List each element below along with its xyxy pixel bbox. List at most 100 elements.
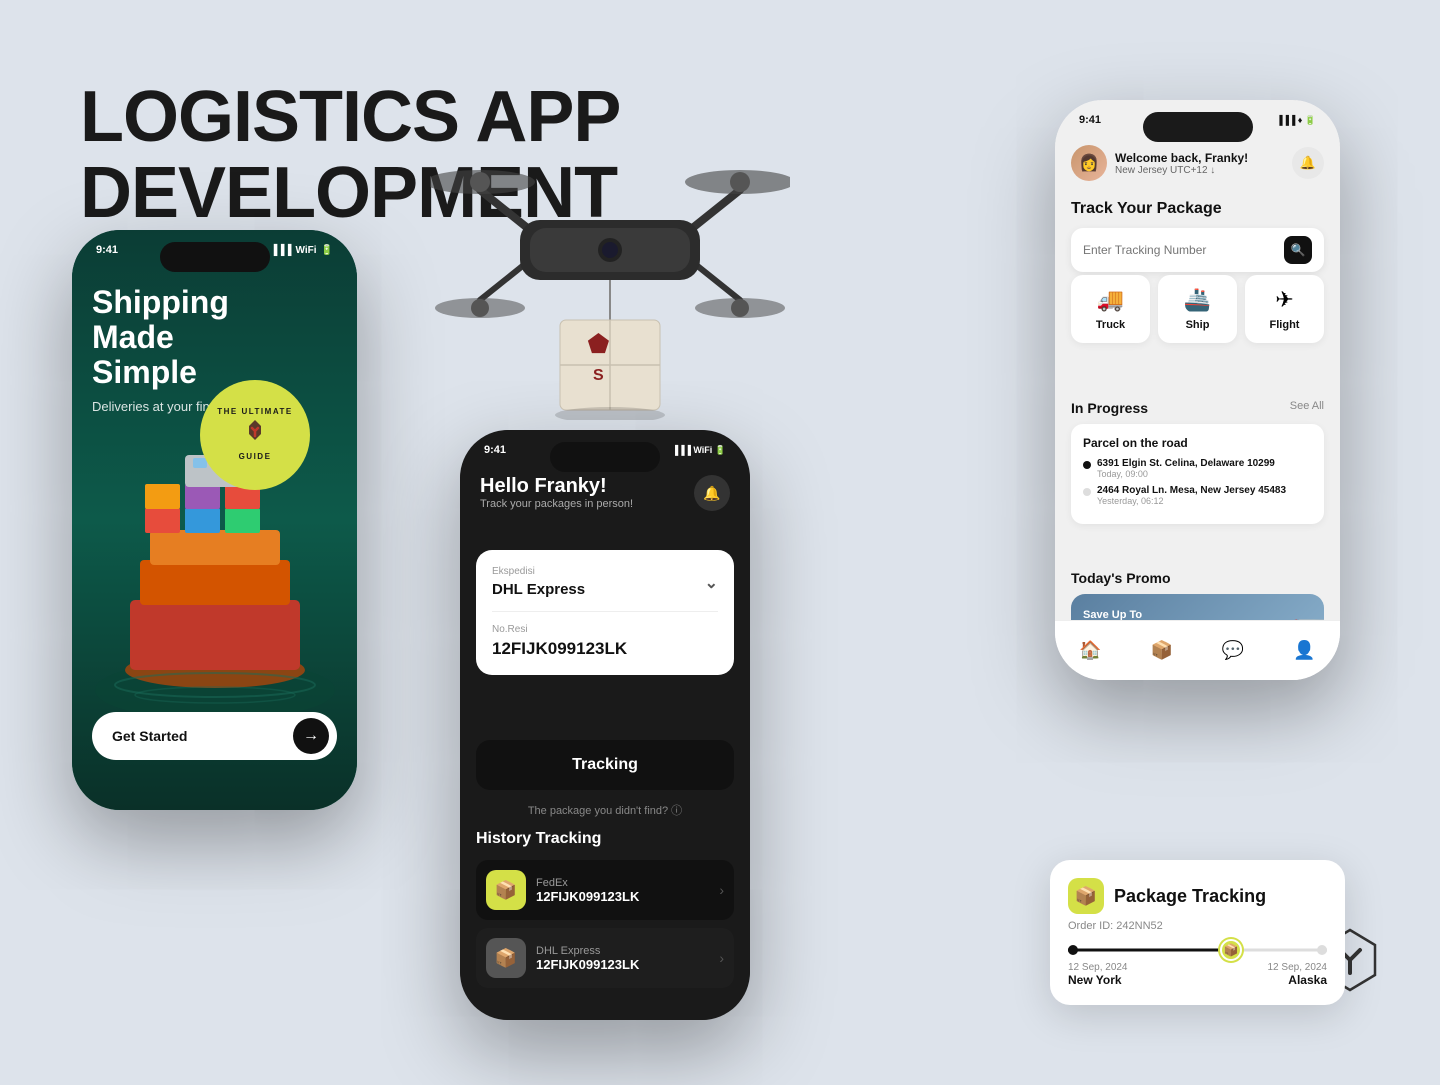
- promo-title: Today's Promo: [1071, 570, 1324, 586]
- parcel-title: Parcel on the road: [1083, 436, 1312, 450]
- phone-shipping: 9:41 ▐▐▐WiFi🔋 ShippingMadeSimple Deliver…: [72, 230, 357, 810]
- history-tracking-1: 12FIJK099123LK: [536, 889, 719, 904]
- history-icon-2: 📦: [486, 938, 526, 978]
- parcel-addr-2: 2464 Royal Ln. Mesa, New Jersey 45483: [1097, 485, 1286, 496]
- track-button[interactable]: Tracking: [476, 740, 734, 790]
- phone3-status-icons: ▐▐▐ ♦ 🔋: [1276, 115, 1316, 126]
- parcel-text-2: 2464 Royal Ln. Mesa, New Jersey 45483 Ye…: [1097, 485, 1286, 506]
- user-info: 👩 Welcome back, Franky! New Jersey UTC+1…: [1071, 145, 1248, 181]
- from-date: 12 Sep, 2024: [1068, 962, 1128, 973]
- tracking-number: 12FIJK099123LK: [492, 639, 718, 659]
- tracking-locations: 12 Sep, 2024 New York 12 Sep, 2024 Alask…: [1068, 962, 1327, 987]
- tracking-timeline: 📦: [1068, 946, 1327, 954]
- progress-section: In Progress See All Parcel on the road 6…: [1071, 400, 1324, 524]
- phone3-user-row: 👩 Welcome back, Franky! New Jersey UTC+1…: [1071, 145, 1324, 181]
- badge-logo: [241, 418, 269, 452]
- location-from: 12 Sep, 2024 New York: [1068, 962, 1128, 987]
- flight-icon: ✈: [1275, 287, 1293, 313]
- nav-messages[interactable]: 💬: [1222, 640, 1244, 661]
- user-welcome: Welcome back, Franky!: [1115, 151, 1248, 165]
- tracking-card-form: Ekspedisi DHL Express ⌄ No.Resi 12FIJK09…: [476, 550, 734, 675]
- to-city: Alaska: [1268, 973, 1328, 987]
- see-all-link[interactable]: See All: [1290, 400, 1324, 416]
- phone1-statusbar: 9:41 ▐▐▐WiFi🔋: [72, 244, 357, 256]
- user-avatar: 👩: [1071, 145, 1107, 181]
- track-title: Track Your Package: [1071, 200, 1324, 218]
- phone2-status-icons: ▐▐▐ WiFi 🔋: [672, 445, 726, 456]
- phone2-notif[interactable]: 🔔: [694, 475, 730, 511]
- history-title: History Tracking: [476, 830, 734, 848]
- phone2-statusbar: 9:41 ▐▐▐ WiFi 🔋: [460, 444, 750, 456]
- parcel-card: Parcel on the road 6391 Elgin St. Celina…: [1071, 424, 1324, 524]
- parcel-text-1: 6391 Elgin St. Celina, Delaware 10299 To…: [1097, 458, 1275, 479]
- history-arrow-1: ›: [719, 882, 724, 898]
- phone3-time: 9:41: [1079, 114, 1101, 126]
- carrier-select[interactable]: Ekspedisi DHL Express ⌄: [492, 566, 718, 612]
- parcel-dot-2: [1083, 488, 1091, 496]
- phone2-header: Hello Franky! Track your packages in per…: [480, 475, 730, 511]
- history-section: History Tracking 📦 FedEx 12FIJK099123LK …: [476, 830, 734, 996]
- order-id: Order ID: 242NN52: [1068, 920, 1327, 932]
- parcel-item-2: 2464 Royal Ln. Mesa, New Jersey 45483 Ye…: [1083, 485, 1312, 506]
- timeline-dot-start: [1068, 945, 1078, 955]
- transport-flight[interactable]: ✈ Flight: [1245, 275, 1324, 343]
- tracking-card-header: 📦 Package Tracking: [1068, 878, 1327, 914]
- search-input[interactable]: [1083, 243, 1276, 257]
- phone2-time: 9:41: [484, 444, 506, 456]
- timeline-dot-middle: 📦: [1220, 939, 1242, 961]
- greeting-subtitle: Track your packages in person!: [480, 498, 633, 510]
- drone-image: ⬟ S: [430, 100, 810, 440]
- progress-header: In Progress See All: [1071, 400, 1324, 416]
- parcel-item-1: 6391 Elgin St. Celina, Delaware 10299 To…: [1083, 458, 1312, 479]
- nav-packages[interactable]: 📦: [1151, 640, 1173, 661]
- history-item-1[interactable]: 📦 FedEx 12FIJK099123LK ›: [476, 860, 734, 920]
- track-button-label: Tracking: [572, 756, 638, 774]
- history-carrier-2: DHL Express: [536, 945, 719, 957]
- drone-svg: ⬟ S: [430, 100, 790, 420]
- timeline-dot-end: [1317, 945, 1327, 955]
- parcel-time-2: Yesterday, 06:12: [1097, 496, 1286, 506]
- history-arrow-2: ›: [719, 950, 724, 966]
- transport-truck[interactable]: 🚚 Truck: [1071, 275, 1150, 343]
- search-bar[interactable]: 🔍: [1071, 228, 1324, 272]
- history-tracking-2: 12FIJK099123LK: [536, 957, 719, 972]
- svg-text:⬟: ⬟: [587, 331, 609, 358]
- cta-label: Get Started: [112, 728, 187, 744]
- tracking-card-title: Package Tracking: [1114, 886, 1266, 907]
- phone3-notif[interactable]: 🔔: [1292, 147, 1324, 179]
- get-started-button[interactable]: Get Started →: [92, 712, 337, 760]
- parcel-dot-1: [1083, 461, 1091, 469]
- carrier-label: Ekspedisi: [492, 566, 585, 577]
- history-info-2: DHL Express 12FIJK099123LK: [536, 945, 719, 972]
- greeting-title: Hello Franky!: [480, 475, 633, 498]
- parcel-addr-1: 6391 Elgin St. Celina, Delaware 10299: [1097, 458, 1275, 469]
- history-info-1: FedEx 12FIJK099123LK: [536, 877, 719, 904]
- ship-icon: 🚢: [1184, 287, 1211, 313]
- truck-label: Truck: [1096, 319, 1125, 331]
- cta-arrow: →: [293, 718, 329, 754]
- phone1-title: ShippingMadeSimple: [92, 285, 357, 391]
- svg-text:S: S: [593, 367, 604, 384]
- resi-label: No.Resi: [492, 624, 718, 635]
- to-date: 12 Sep, 2024: [1268, 962, 1328, 973]
- carrier-value: DHL Express: [492, 581, 585, 598]
- timeline-progress: [1068, 949, 1236, 952]
- history-item-2[interactable]: 📦 DHL Express 12FIJK099123LK ›: [476, 928, 734, 988]
- transport-ship[interactable]: 🚢 Ship: [1158, 275, 1237, 343]
- carrier-chevron: ⌄: [705, 573, 718, 593]
- tracking-card-icon: 📦: [1068, 878, 1104, 914]
- phone1-time: 9:41: [96, 244, 118, 256]
- bottom-nav: 🏠 📦 💬 👤: [1055, 620, 1340, 680]
- nav-home[interactable]: 🏠: [1079, 640, 1101, 661]
- from-city: New York: [1068, 973, 1128, 987]
- in-progress-title: In Progress: [1071, 400, 1148, 416]
- package-tracking-card: 📦 Package Tracking Order ID: 242NN52 📦 1…: [1050, 860, 1345, 1005]
- phone2-greeting: Hello Franky! Track your packages in per…: [480, 475, 633, 510]
- phone1-icons: ▐▐▐WiFi🔋: [270, 245, 333, 256]
- user-location: New Jersey UTC+12 ↓: [1115, 165, 1248, 176]
- ship-label: Ship: [1186, 319, 1210, 331]
- ultimate-guide-badge: THE ULTIMATE GUIDE: [200, 380, 310, 490]
- search-icon[interactable]: 🔍: [1284, 236, 1312, 264]
- transport-row: 🚚 Truck 🚢 Ship ✈ Flight: [1071, 275, 1324, 343]
- nav-profile[interactable]: 👤: [1293, 640, 1315, 661]
